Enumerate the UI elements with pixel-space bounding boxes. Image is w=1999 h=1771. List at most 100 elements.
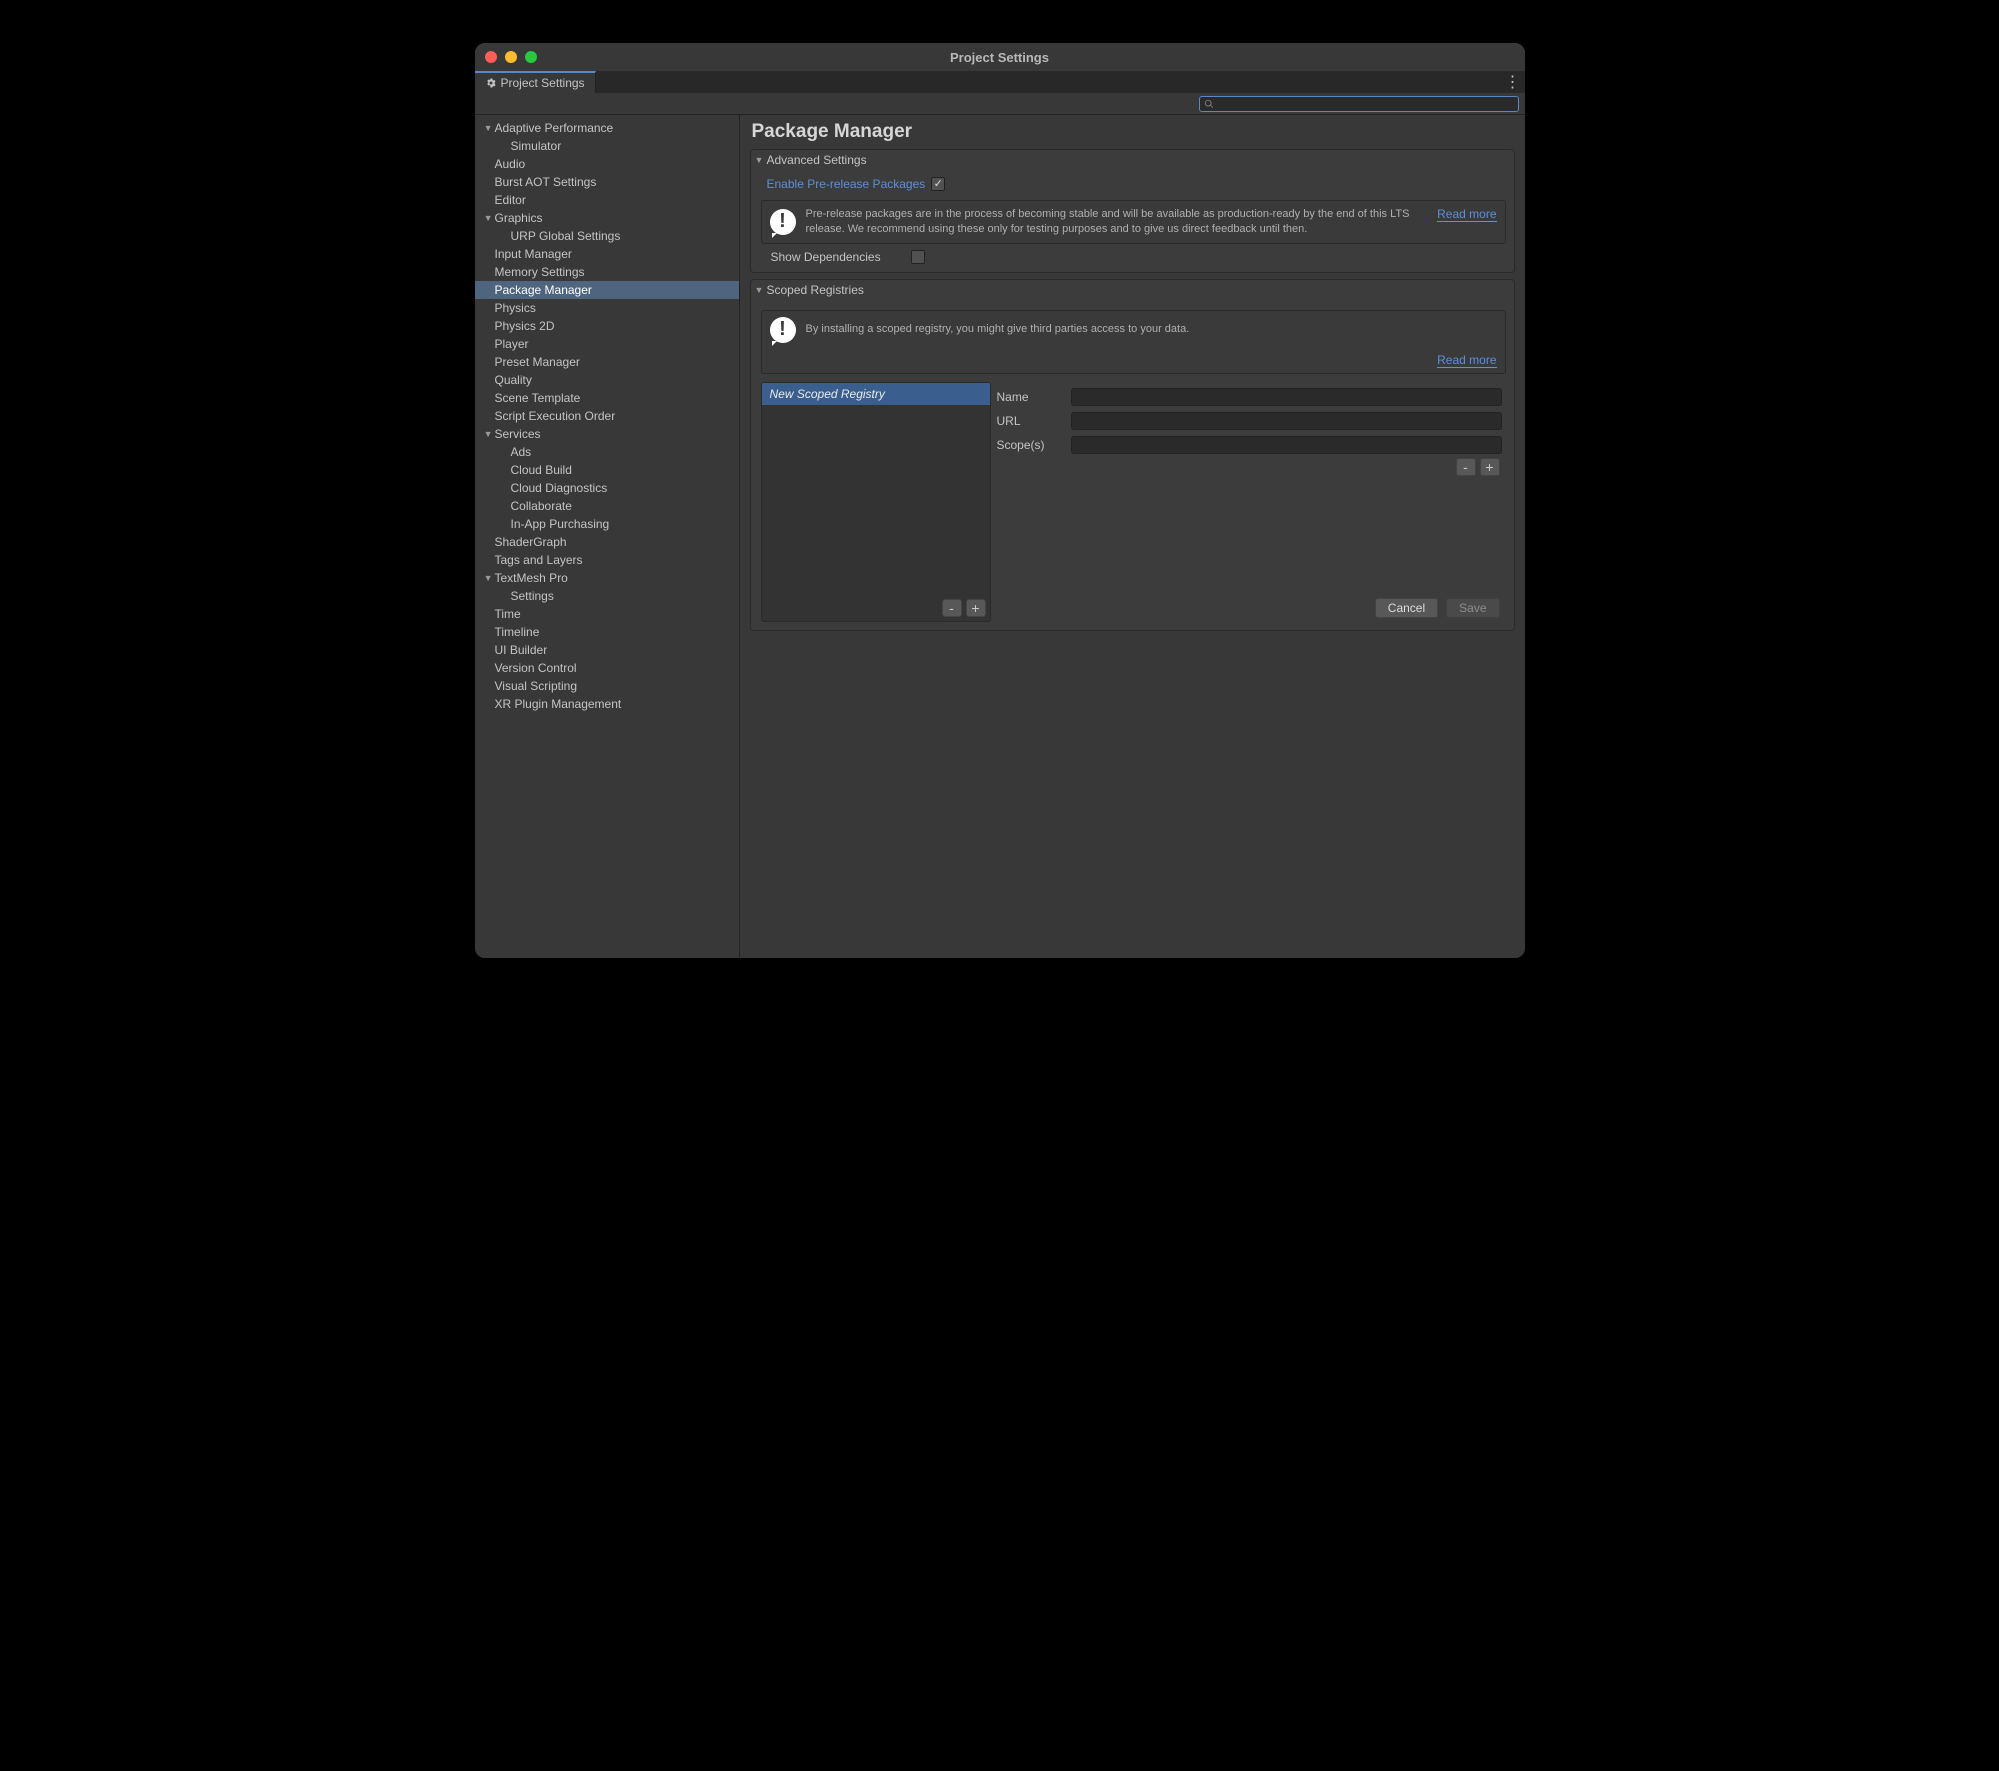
sidebar-item-label: Adaptive Performance xyxy=(495,121,614,135)
window-title: Project Settings xyxy=(475,50,1525,65)
foldout-icon: ▼ xyxy=(481,213,495,223)
save-button[interactable]: Save xyxy=(1446,598,1499,618)
tab-bar: Project Settings ⋮ xyxy=(475,71,1525,93)
sidebar-item-label: Settings xyxy=(511,589,554,603)
sidebar-item-label: Scene Template xyxy=(495,391,581,405)
sidebar-item[interactable]: Burst AOT Settings xyxy=(475,173,739,191)
sidebar-item-label: Memory Settings xyxy=(495,265,585,279)
foldout-icon: ▼ xyxy=(481,429,495,439)
sidebar-item[interactable]: In-App Purchasing xyxy=(475,515,739,533)
sidebar-item[interactable]: Tags and Layers xyxy=(475,551,739,569)
sidebar-item[interactable]: Simulator xyxy=(475,137,739,155)
sidebar-item-label: Collaborate xyxy=(511,499,572,513)
sidebar-item-label: Ads xyxy=(511,445,532,459)
sidebar-item-label: Preset Manager xyxy=(495,355,580,369)
sidebar-item-label: UI Builder xyxy=(495,643,548,657)
sidebar-item[interactable]: Version Control xyxy=(475,659,739,677)
registry-add-button[interactable]: + xyxy=(966,599,986,617)
sidebar-item[interactable]: Memory Settings xyxy=(475,263,739,281)
minimize-window-button[interactable] xyxy=(505,51,517,63)
sidebar-item[interactable]: Player xyxy=(475,335,739,353)
scoped-read-more-link[interactable]: Read more xyxy=(770,353,1497,367)
scope-add-button[interactable]: + xyxy=(1480,458,1500,476)
search-icon xyxy=(1204,99,1214,109)
sidebar-item[interactable]: URP Global Settings xyxy=(475,227,739,245)
sidebar-item[interactable]: UI Builder xyxy=(475,641,739,659)
sidebar-item[interactable]: ▼TextMesh Pro xyxy=(475,569,739,587)
show-dependencies-label: Show Dependencies xyxy=(761,250,901,264)
sidebar-item-label: Physics xyxy=(495,301,536,315)
sidebar-item[interactable]: Ads xyxy=(475,443,739,461)
sidebar-item[interactable]: Cloud Build xyxy=(475,461,739,479)
sidebar-item[interactable]: Preset Manager xyxy=(475,353,739,371)
sidebar-item[interactable]: ▼Adaptive Performance xyxy=(475,119,739,137)
sidebar-item[interactable]: ▼Graphics xyxy=(475,209,739,227)
prerelease-read-more-link[interactable]: Read more xyxy=(1437,207,1496,222)
sidebar-item-label: Audio xyxy=(495,157,526,171)
sidebar-item[interactable]: Editor xyxy=(475,191,739,209)
tab-menu-button[interactable]: ⋮ xyxy=(1501,71,1525,93)
sidebar-item-label: ShaderGraph xyxy=(495,535,567,549)
sidebar-item[interactable]: Physics 2D xyxy=(475,317,739,335)
scoped-info-text: By installing a scoped registry, you mig… xyxy=(806,322,1497,337)
prerelease-info-box: ! Pre-release packages are in the proces… xyxy=(761,200,1506,244)
scoped-info-box: ! By installing a scoped registry, you m… xyxy=(761,310,1506,374)
maximize-window-button[interactable] xyxy=(525,51,537,63)
sidebar-item[interactable]: Timeline xyxy=(475,623,739,641)
close-window-button[interactable] xyxy=(485,51,497,63)
sidebar-item-label: Version Control xyxy=(495,661,577,675)
sidebar-item[interactable]: Scene Template xyxy=(475,389,739,407)
sidebar-item[interactable]: Cloud Diagnostics xyxy=(475,479,739,497)
sidebar-item[interactable]: Script Execution Order xyxy=(475,407,739,425)
sidebar-item[interactable]: Input Manager xyxy=(475,245,739,263)
foldout-icon: ▼ xyxy=(481,123,495,133)
search-field-wrap[interactable] xyxy=(1199,96,1519,112)
search-input[interactable] xyxy=(1217,98,1514,110)
registry-url-input[interactable] xyxy=(1071,412,1502,430)
sidebar-item[interactable]: Collaborate xyxy=(475,497,739,515)
registry-scopes-input[interactable] xyxy=(1071,436,1502,454)
search-bar xyxy=(475,93,1525,115)
enable-prerelease-label: Enable Pre-release Packages xyxy=(767,177,926,191)
scoped-registries-header[interactable]: ▼ Scoped Registries xyxy=(751,280,1514,300)
page-title: Package Manager xyxy=(752,121,1515,143)
sidebar-item-label: Input Manager xyxy=(495,247,572,261)
scoped-registries-label: Scoped Registries xyxy=(767,283,864,297)
registry-name-input[interactable] xyxy=(1071,388,1502,406)
sidebar-item[interactable]: Package Manager xyxy=(475,281,739,299)
scope-remove-button[interactable]: - xyxy=(1456,458,1476,476)
sidebar-item-label: Visual Scripting xyxy=(495,679,578,693)
sidebar-item-label: Tags and Layers xyxy=(495,553,583,567)
advanced-settings-header[interactable]: ▼ Advanced Settings xyxy=(751,150,1514,170)
window-controls xyxy=(485,51,537,63)
sidebar-item-label: Package Manager xyxy=(495,283,592,297)
sidebar-item-label: Player xyxy=(495,337,529,351)
enable-prerelease-checkbox[interactable] xyxy=(931,177,945,191)
sidebar-item-label: In-App Purchasing xyxy=(511,517,610,531)
sidebar-item[interactable]: ▼Services xyxy=(475,425,739,443)
sidebar-item-label: Quality xyxy=(495,373,532,387)
registry-list-item[interactable]: New Scoped Registry xyxy=(762,383,990,405)
sidebar-item[interactable]: Visual Scripting xyxy=(475,677,739,695)
sidebar-item[interactable]: Time xyxy=(475,605,739,623)
registry-url-label: URL xyxy=(997,414,1063,428)
tab-label: Project Settings xyxy=(501,76,585,90)
gear-icon xyxy=(485,77,497,89)
sidebar-item-label: TextMesh Pro xyxy=(495,571,568,585)
cancel-button[interactable]: Cancel xyxy=(1375,598,1438,618)
sidebar-item[interactable]: XR Plugin Management xyxy=(475,695,739,713)
registry-remove-button[interactable]: - xyxy=(942,599,962,617)
sidebar-item[interactable]: Settings xyxy=(475,587,739,605)
sidebar-item-label: Time xyxy=(495,607,521,621)
tab-project-settings[interactable]: Project Settings xyxy=(475,71,596,93)
sidebar-item[interactable]: Physics xyxy=(475,299,739,317)
titlebar: Project Settings xyxy=(475,43,1525,71)
sidebar-item[interactable]: Quality xyxy=(475,371,739,389)
show-dependencies-checkbox[interactable] xyxy=(911,250,925,264)
sidebar-item-label: Graphics xyxy=(495,211,543,225)
registry-detail: Name URL Scope(s) xyxy=(997,382,1506,622)
sidebar-item[interactable]: ShaderGraph xyxy=(475,533,739,551)
sidebar-item[interactable]: Audio xyxy=(475,155,739,173)
registry-list: New Scoped Registry - + xyxy=(761,382,991,622)
registry-name-label: Name xyxy=(997,390,1063,404)
